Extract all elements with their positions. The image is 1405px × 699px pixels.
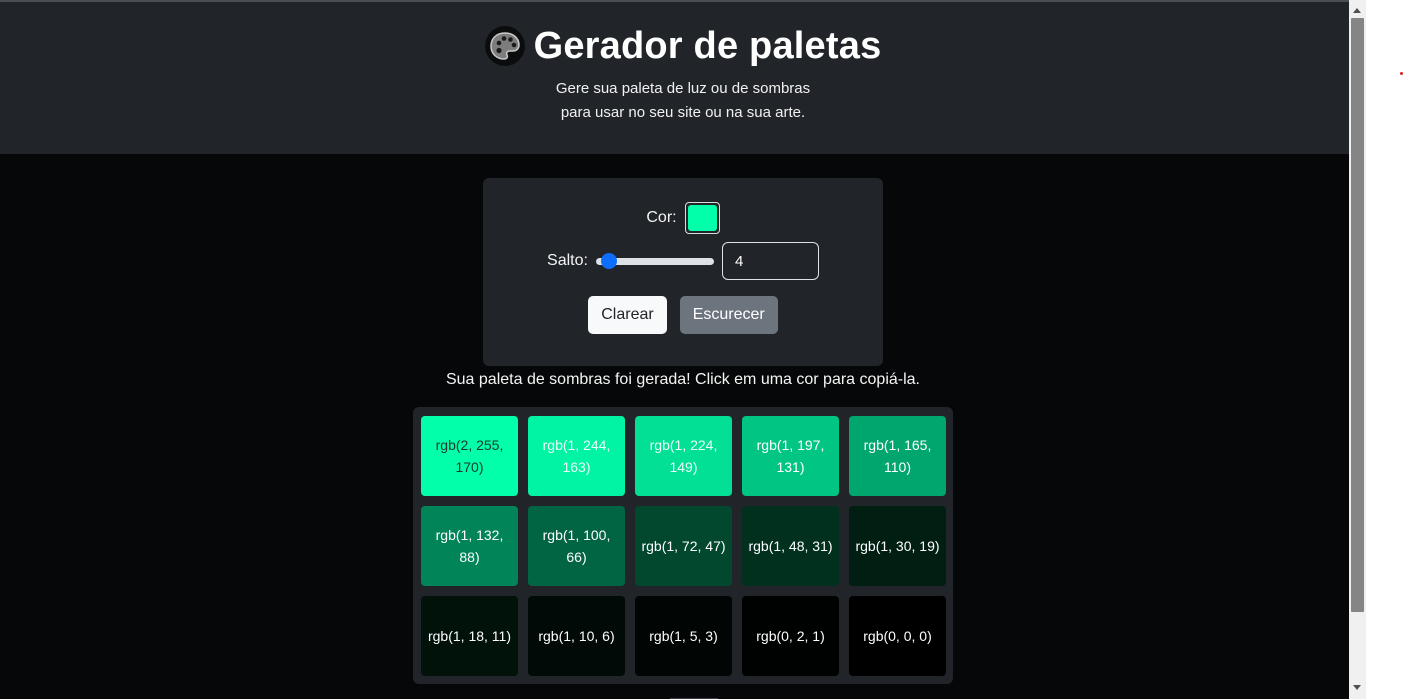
palette-swatch[interactable]: rgb(1, 5, 3) xyxy=(635,596,732,676)
subtitle-line: Gere sua paleta de luz ou de sombras xyxy=(555,80,811,97)
step-row: Salto: xyxy=(483,242,883,280)
color-picker-swatch xyxy=(687,205,717,231)
controls-card: Cor: Salto: Clarear Escurecer xyxy=(483,178,883,366)
palette-grid: rgb(2, 255, 170) rgb(1, 244, 163) rgb(1, 2… xyxy=(413,407,953,684)
palette-swatch[interactable]: rgb(0, 2, 1) xyxy=(742,596,839,676)
result-message: Sua paleta de sombras foi gerada! Click … xyxy=(445,371,920,388)
page-title: Gerador de paletas xyxy=(533,25,882,67)
color-row: Cor: xyxy=(483,202,883,234)
step-slider-thumb[interactable] xyxy=(601,253,617,269)
palette-swatch[interactable]: rgb(2, 255, 170) xyxy=(421,416,518,496)
palette-swatch[interactable]: rgb(1, 30, 19) xyxy=(849,506,946,586)
palette-swatch[interactable]: rgb(1, 132, 88) xyxy=(421,506,518,586)
scroll-down-arrow-icon[interactable] xyxy=(1353,685,1361,690)
red-dot-marker xyxy=(1400,72,1403,75)
palette-swatch[interactable]: rgb(1, 100, 66) xyxy=(528,506,625,586)
palette-swatch[interactable]: rgb(1, 48, 31) xyxy=(742,506,839,586)
page-subtitle: Gere sua paleta de luz ou de sombras par… xyxy=(0,77,1349,125)
palette-swatch[interactable]: rgb(1, 197, 131) xyxy=(742,416,839,496)
palette-swatch[interactable]: rgb(1, 10, 6) xyxy=(528,596,625,676)
palette-swatch[interactable]: rgb(1, 165, 110) xyxy=(849,416,946,496)
palette-swatch[interactable]: rgb(0, 0, 0) xyxy=(849,596,946,676)
subtitle-line: para usar no seu site ou na sua arte. xyxy=(560,104,806,121)
palette-swatch[interactable]: rgb(1, 224, 149) xyxy=(635,416,732,496)
action-buttons: Clarear Escurecer xyxy=(483,296,883,334)
color-label: Cor: xyxy=(646,209,677,226)
vertical-scrollbar[interactable] xyxy=(1349,0,1366,699)
lighten-button[interactable]: Clarear xyxy=(588,296,667,334)
page-header: Gerador de paletas Gere sua paleta de lu… xyxy=(0,2,1349,154)
step-input[interactable] xyxy=(721,242,819,280)
color-picker[interactable] xyxy=(684,202,720,234)
scroll-up-arrow-icon[interactable] xyxy=(1353,8,1361,13)
browser-viewport: Gerador de paletas Gere sua paleta de lu… xyxy=(0,0,1349,699)
step-label: Salto: xyxy=(547,252,588,269)
palette-swatch[interactable]: rgb(1, 18, 11) xyxy=(421,596,518,676)
scrollbar-thumb[interactable] xyxy=(1351,18,1364,612)
palette-swatch[interactable]: rgb(1, 244, 163) xyxy=(528,416,625,496)
darken-button[interactable]: Escurecer xyxy=(679,296,778,334)
step-slider[interactable] xyxy=(595,253,714,269)
palette-swatch[interactable]: rgb(1, 72, 47) xyxy=(635,506,732,586)
artist-palette-icon xyxy=(484,26,525,66)
title-row: Gerador de paletas xyxy=(0,24,1349,68)
